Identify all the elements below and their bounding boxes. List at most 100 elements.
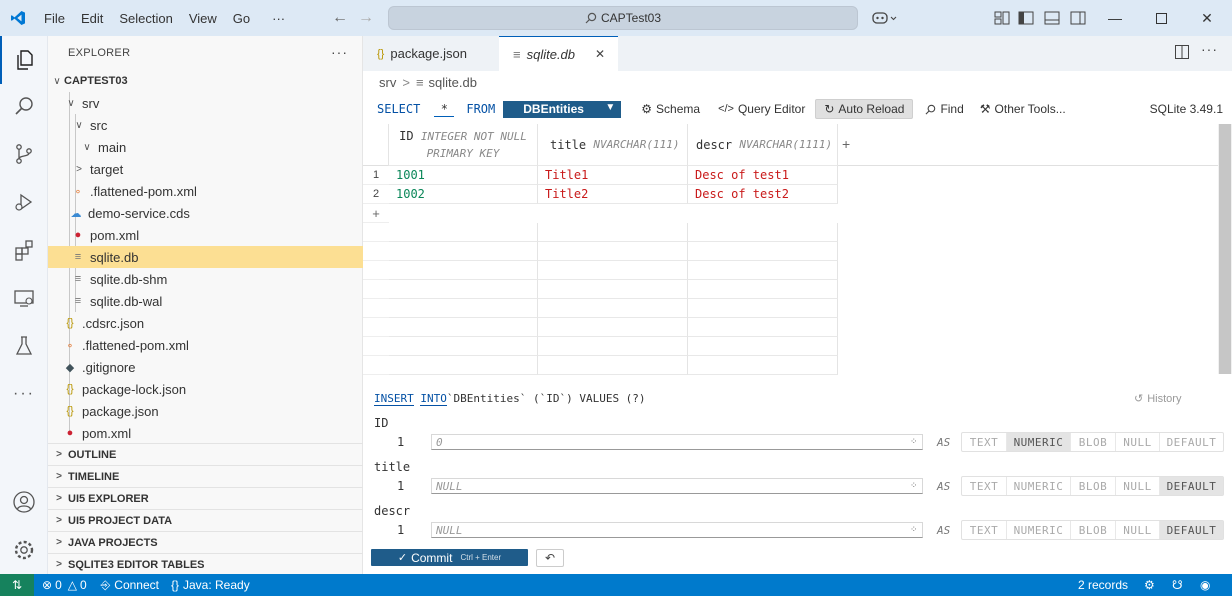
type-numeric-button[interactable]: NUMERIC (1007, 521, 1071, 539)
toggle-primary-sidebar-icon[interactable] (1016, 8, 1036, 28)
tree-file-package-json[interactable]: {} package.json (48, 400, 363, 422)
minimize-icon[interactable]: — (1092, 0, 1138, 36)
type-blob-button[interactable]: BLOB (1071, 521, 1116, 539)
resize-handle-icon[interactable]: ⁘ (910, 524, 918, 535)
column-header-descr[interactable]: descr NVARCHAR(1111) (688, 124, 838, 166)
type-numeric-button[interactable]: NUMERIC (1007, 477, 1071, 495)
column-header-id[interactable]: ID INTEGER NOT NULL PRIMARY KEY (389, 124, 538, 166)
cell-title[interactable]: Title2 (538, 185, 688, 204)
search-icon[interactable] (0, 82, 48, 130)
section-sqlite3-editor-tables[interactable]: > SQLITE3 EDITOR TABLES (48, 553, 363, 575)
tree-file-demo-service-cds[interactable]: ☁ demo-service.cds (48, 202, 363, 224)
section-timeline[interactable]: > TIMELINE (48, 465, 363, 487)
explorer-icon[interactable] (0, 36, 48, 84)
menu-more[interactable]: ··· (264, 11, 293, 26)
breadcrumb-file[interactable]: sqlite.db (429, 75, 477, 90)
field-input-id[interactable]: 0 (431, 434, 923, 450)
problems-indicator[interactable]: ⊗ 0 △ 0 (42, 578, 87, 592)
tree-folder-srv[interactable]: ∨ srv (48, 92, 363, 114)
type-default-button[interactable]: DEFAULT (1160, 521, 1223, 539)
maximize-icon[interactable] (1138, 0, 1184, 36)
customize-layout-icon[interactable] (992, 8, 1012, 28)
menu-view[interactable]: View (181, 11, 225, 26)
feedback-icon[interactable]: ◉ (1200, 578, 1210, 592)
section-outline[interactable]: > OUTLINE (48, 443, 363, 465)
forward-arrow-icon[interactable]: → (358, 9, 374, 27)
run-debug-icon[interactable] (0, 178, 48, 226)
back-arrow-icon[interactable]: ← (332, 9, 348, 27)
cell-id[interactable]: 1002 (389, 185, 538, 204)
testing-icon[interactable] (0, 322, 48, 370)
select-columns-input[interactable]: * (434, 102, 455, 117)
java-status[interactable]: {} Java: Ready (171, 578, 250, 592)
type-text-button[interactable]: TEXT (962, 477, 1007, 495)
type-numeric-button[interactable]: NUMERIC (1007, 433, 1071, 451)
close-window-icon[interactable]: ✕ (1184, 0, 1230, 36)
grid-scrollbar-thumb[interactable] (1219, 124, 1231, 374)
tree-file-sqlite-db[interactable]: ≡ sqlite.db (48, 246, 363, 268)
tree-file-package-lock-json[interactable]: {} package-lock.json (48, 378, 363, 400)
commit-button[interactable]: ✓ Commit Ctrl + Enter (371, 549, 528, 566)
toggle-secondary-sidebar-icon[interactable] (1068, 8, 1088, 28)
editor-more-actions-icon[interactable]: ··· (1201, 41, 1218, 57)
tree-folder-target[interactable]: > target (48, 158, 363, 180)
split-editor-icon[interactable] (1175, 45, 1189, 62)
field-input-descr[interactable]: NULL (431, 522, 923, 538)
settings-gear-icon[interactable] (0, 526, 48, 574)
type-default-button[interactable]: DEFAULT (1160, 477, 1223, 495)
cell-descr[interactable]: Desc of test1 (688, 166, 838, 185)
cell-title[interactable]: Title1 (538, 166, 688, 185)
remote-explorer-icon[interactable] (0, 274, 48, 322)
command-center-search[interactable]: CAPTest03 (388, 6, 858, 30)
find-button[interactable]: Find (925, 102, 964, 116)
tree-file-gitignore[interactable]: ◆ .gitignore (48, 356, 363, 378)
field-input-title[interactable]: NULL (431, 478, 923, 494)
type-text-button[interactable]: TEXT (962, 433, 1007, 451)
copilot-status-icon[interactable]: ⚙ (1144, 578, 1155, 592)
tree-folder-src[interactable]: ∨ src (48, 114, 363, 136)
type-default-button[interactable]: DEFAULT (1160, 433, 1223, 451)
explorer-more-icon[interactable]: ··· (331, 44, 348, 60)
extensions-icon[interactable] (0, 226, 48, 274)
add-column-button[interactable]: + (842, 136, 850, 152)
tree-folder-main[interactable]: ∨ main (48, 136, 363, 158)
schema-button[interactable]: ⚙ Schema (641, 102, 700, 116)
section-ui5-project-data[interactable]: > UI5 PROJECT DATA (48, 509, 363, 531)
tab-sqlite-db[interactable]: ≡ sqlite.db ✕ (499, 36, 618, 71)
tree-file-flattened-pom-root[interactable]: ∘ .flattened-pom.xml (48, 334, 363, 356)
tree-file-sqlite-db-shm[interactable]: ≡ sqlite.db-shm (48, 268, 363, 290)
revert-button[interactable]: ↶ (536, 549, 564, 567)
tree-file-cdsrc-json[interactable]: {} .cdsrc.json (48, 312, 363, 334)
type-blob-button[interactable]: BLOB (1071, 433, 1116, 451)
type-text-button[interactable]: TEXT (962, 521, 1007, 539)
close-tab-icon[interactable]: ✕ (595, 47, 605, 61)
copilot-icon[interactable] (870, 8, 900, 28)
other-tools-button[interactable]: ⚒ Other Tools... (980, 102, 1066, 116)
breadcrumb-folder[interactable]: srv (379, 75, 396, 90)
type-null-button[interactable]: NULL (1116, 433, 1160, 451)
more-views-icon[interactable]: ··· (0, 370, 48, 418)
connect-button[interactable]: ⎆ Connect (101, 578, 159, 593)
type-blob-button[interactable]: BLOB (1071, 477, 1116, 495)
source-control-icon[interactable] (0, 130, 48, 178)
add-row-button[interactable]: + (363, 204, 389, 223)
resize-handle-icon[interactable]: ⁘ (910, 436, 918, 447)
table-select[interactable]: DBEntities ▼ (503, 100, 622, 118)
menu-selection[interactable]: Selection (111, 11, 180, 26)
cell-descr[interactable]: Desc of test2 (688, 185, 838, 204)
tab-package-json[interactable]: {} package.json (363, 36, 499, 71)
accounts-icon[interactable] (0, 478, 48, 526)
type-null-button[interactable]: NULL (1116, 521, 1160, 539)
auto-reload-toggle[interactable]: ↻ Auto Reload (815, 99, 914, 119)
tree-file-sqlite-db-wal[interactable]: ≡ sqlite.db-wal (48, 290, 363, 312)
cell-id[interactable]: 1001 (389, 166, 538, 185)
history-button[interactable]: ↺ History (1134, 392, 1181, 406)
menu-edit[interactable]: Edit (73, 11, 111, 26)
tree-file-pom-root[interactable]: ● pom.xml (48, 422, 363, 444)
menu-go[interactable]: Go (225, 11, 258, 26)
menu-file[interactable]: File (36, 11, 73, 26)
section-java-projects[interactable]: > JAVA PROJECTS (48, 531, 363, 553)
tree-file-pom-srv[interactable]: ● pom.xml (48, 224, 363, 246)
column-header-title[interactable]: title NVARCHAR(111) (538, 124, 688, 166)
query-editor-button[interactable]: </> Query Editor (718, 102, 805, 116)
